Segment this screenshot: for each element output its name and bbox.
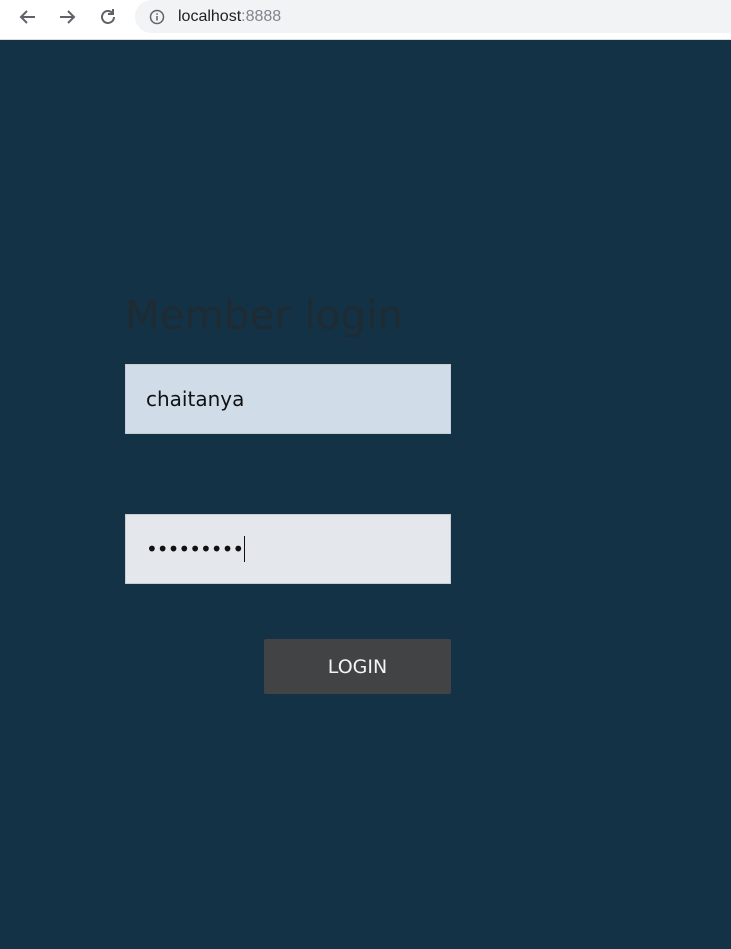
text-caret	[244, 536, 246, 562]
login-button[interactable]: LOGIN	[264, 639, 451, 694]
login-page: Member login chaitanya ••••••••• LOGIN	[0, 40, 731, 949]
url-port: :8888	[241, 7, 282, 25]
url-text: localhost:8888	[178, 8, 281, 26]
reload-icon	[101, 9, 115, 24]
forward-button[interactable]	[53, 3, 81, 31]
back-arrow-icon	[19, 10, 35, 24]
reload-button[interactable]	[94, 3, 122, 31]
page-title: Member login	[125, 293, 404, 339]
forward-arrow-icon	[60, 10, 76, 24]
browser-toolbar: localhost:8888	[0, 0, 731, 40]
address-bar[interactable]: localhost:8888	[135, 0, 731, 33]
username-input[interactable]: chaitanya	[125, 364, 451, 434]
back-button[interactable]	[14, 3, 42, 31]
url-host: localhost	[178, 7, 242, 25]
password-input[interactable]: •••••••••	[125, 514, 451, 584]
info-icon[interactable]	[149, 9, 165, 25]
username-value: chaitanya	[146, 387, 245, 411]
password-mask: •••••••••	[146, 537, 244, 561]
